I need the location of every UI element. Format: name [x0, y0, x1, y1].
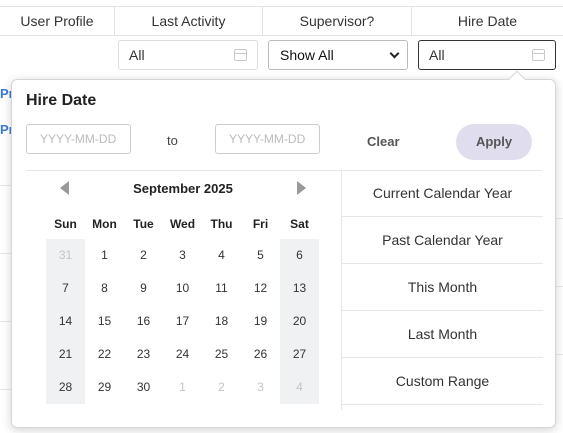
- weekday-label: Wed: [169, 217, 196, 231]
- hire-date-popup: Hire Date YYYY-MM-DD to YYYY-MM-DD Clear…: [11, 79, 556, 428]
- preset-ranges: Current Calendar Year Past Calendar Year…: [341, 170, 543, 410]
- to-date-input[interactable]: YYYY-MM-DD: [215, 124, 320, 154]
- calendar-day[interactable]: 10: [163, 272, 202, 305]
- calendar-day-outside-month[interactable]: 3: [241, 371, 280, 404]
- calendar-day[interactable]: 16: [124, 305, 163, 338]
- chevron-left-icon[interactable]: [60, 181, 69, 195]
- calendar-day[interactable]: 3: [163, 239, 202, 272]
- range-custom-range[interactable]: Custom Range: [342, 358, 543, 405]
- calendar-day[interactable]: 6: [280, 239, 319, 272]
- calendar-day[interactable]: 19: [241, 305, 280, 338]
- calendar-day[interactable]: 30: [124, 371, 163, 404]
- calendar-day[interactable]: 15: [85, 305, 124, 338]
- filter-row: All Show All All: [0, 36, 563, 76]
- weekday-label: Fri: [252, 217, 269, 231]
- weekday-label: Sat: [290, 217, 309, 231]
- calendar-icon: [532, 49, 545, 61]
- hire-date-filter[interactable]: All: [418, 40, 556, 70]
- range-last-month[interactable]: Last Month: [342, 311, 543, 358]
- calendar-day[interactable]: 22: [85, 338, 124, 371]
- clear-button[interactable]: Clear: [367, 134, 400, 149]
- calendar-day[interactable]: 24: [163, 338, 202, 371]
- calendar-day[interactable]: 28: [46, 371, 85, 404]
- table-header: User Profile Last Activity Supervisor? H…: [0, 6, 563, 36]
- calendar-day-outside-month[interactable]: 4: [280, 371, 319, 404]
- calendar-day[interactable]: 4: [202, 239, 241, 272]
- calendar-day[interactable]: 27: [280, 338, 319, 371]
- calendar-day[interactable]: 9: [124, 272, 163, 305]
- calendar-day[interactable]: 5: [241, 239, 280, 272]
- calendar-day[interactable]: 12: [241, 272, 280, 305]
- calendar-day[interactable]: 17: [163, 305, 202, 338]
- calendar-day[interactable]: 29: [85, 371, 124, 404]
- weekday-label: Sun: [54, 217, 77, 231]
- supervisor-select[interactable]: Show All: [268, 40, 408, 70]
- calendar-day[interactable]: 20: [280, 305, 319, 338]
- apply-button[interactable]: Apply: [456, 124, 532, 160]
- calendar-day-outside-month[interactable]: 1: [163, 371, 202, 404]
- calendar-day[interactable]: 21: [46, 338, 85, 371]
- column-header-user-profile[interactable]: User Profile: [0, 7, 115, 35]
- chevron-right-icon[interactable]: [297, 181, 306, 195]
- weekday-label: Thu: [210, 217, 233, 231]
- to-label: to: [167, 133, 178, 148]
- chevron-down-icon: [389, 48, 400, 59]
- column-header-supervisor[interactable]: Supervisor?: [263, 7, 412, 35]
- calendar-day[interactable]: 25: [202, 338, 241, 371]
- calendar-day[interactable]: 11: [202, 272, 241, 305]
- calendar-day[interactable]: 2: [124, 239, 163, 272]
- calendar-day[interactable]: 13: [280, 272, 319, 305]
- calendar-day[interactable]: 7: [46, 272, 85, 305]
- range-current-calendar-year[interactable]: Current Calendar Year: [342, 170, 543, 217]
- range-this-month[interactable]: This Month: [342, 264, 543, 311]
- calendar-day[interactable]: 23: [124, 338, 163, 371]
- last-activity-filter[interactable]: All: [118, 40, 258, 70]
- calendar-day[interactable]: 18: [202, 305, 241, 338]
- weekday-label: Mon: [92, 217, 117, 231]
- range-past-calendar-year[interactable]: Past Calendar Year: [342, 217, 543, 264]
- column-header-hire-date[interactable]: Hire Date: [412, 7, 563, 35]
- calendar-icon: [234, 49, 247, 61]
- calendar-day-outside-month[interactable]: 31: [46, 239, 85, 272]
- calendar-day[interactable]: 1: [85, 239, 124, 272]
- calendar-day-outside-month[interactable]: 2: [202, 371, 241, 404]
- popup-title: Hire Date: [26, 92, 97, 109]
- calendar-day[interactable]: 8: [85, 272, 124, 305]
- column-header-last-activity[interactable]: Last Activity: [115, 7, 263, 35]
- month-label: September 2025: [133, 181, 233, 196]
- from-date-input[interactable]: YYYY-MM-DD: [26, 124, 131, 154]
- calendar-day[interactable]: 26: [241, 338, 280, 371]
- weekday-label: Tue: [133, 217, 154, 231]
- calendar-day[interactable]: 14: [46, 305, 85, 338]
